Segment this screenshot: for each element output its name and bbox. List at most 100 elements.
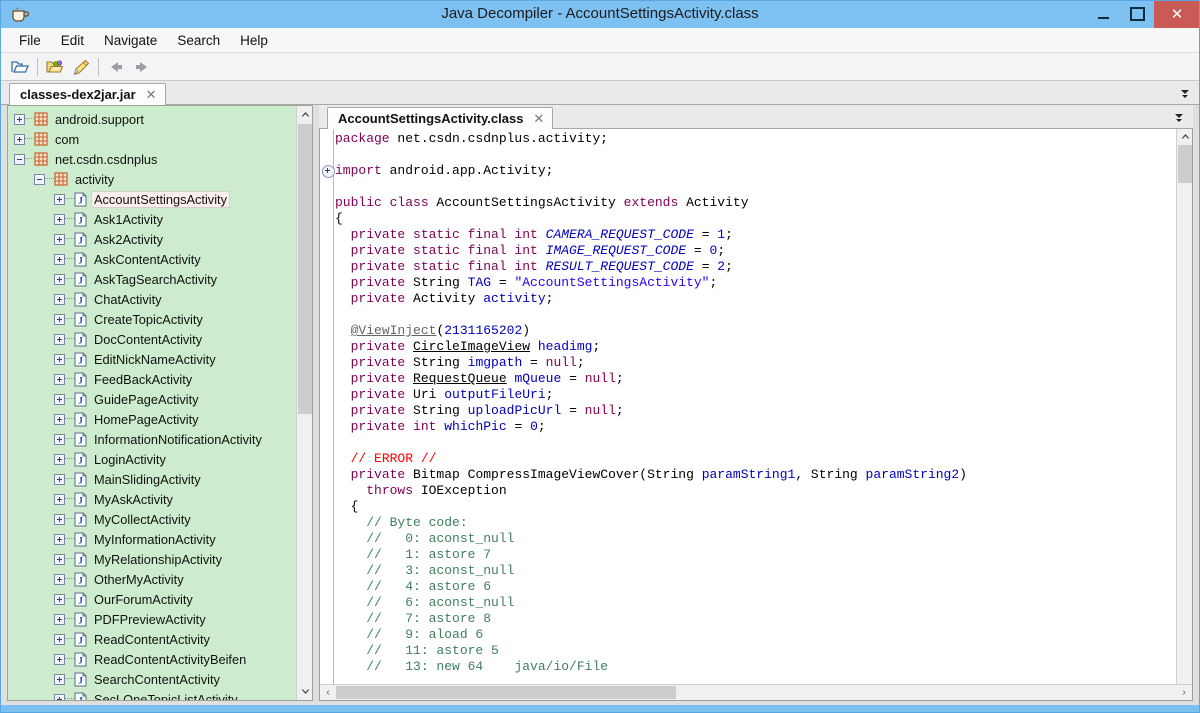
tree-item-activity[interactable]: activity <box>8 169 296 189</box>
source-code-text[interactable]: package net.csdn.csdnplus.activity; impo… <box>335 129 1175 684</box>
expand-icon[interactable] <box>54 314 65 325</box>
tree-item-pdfpreviewactivity[interactable]: JPDFPreviewActivity <box>8 609 296 629</box>
close-icon[interactable]: ✕ <box>533 111 544 127</box>
expand-icon[interactable] <box>14 134 25 145</box>
expand-icon[interactable] <box>54 654 65 665</box>
expand-icon[interactable] <box>54 294 65 305</box>
expand-icon[interactable] <box>54 594 65 605</box>
expand-icon[interactable] <box>54 234 65 245</box>
code-line <box>335 147 1175 163</box>
editor-scroll-left-button[interactable]: ‹ <box>320 685 336 700</box>
tree-item-accountsettingsactivity[interactable]: JAccountSettingsActivity <box>8 189 296 209</box>
highlight-pencil-icon[interactable] <box>68 55 94 79</box>
tree-item-ask1activity[interactable]: JAsk1Activity <box>8 209 296 229</box>
expand-icon[interactable] <box>54 614 65 625</box>
expand-icon[interactable] <box>54 254 65 265</box>
tree-item-mycollectactivity[interactable]: JMyCollectActivity <box>8 509 296 529</box>
menu-item-navigate[interactable]: Navigate <box>94 30 167 51</box>
expand-icon[interactable] <box>54 354 65 365</box>
tree-item-feedbackactivity[interactable]: JFeedBackActivity <box>8 369 296 389</box>
tree-item-searchcontentactivity[interactable]: JSearchContentActivity <box>8 669 296 689</box>
expand-icon[interactable] <box>54 434 65 445</box>
tree-scroll-thumb[interactable] <box>298 124 312 414</box>
tree-item-ourforumactivity[interactable]: JOurForumActivity <box>8 589 296 609</box>
editor-scroll-right-button[interactable]: › <box>1176 685 1192 700</box>
tree-item-seclonetopiclistactivity[interactable]: JSecLOneTopicListActivity <box>8 689 296 701</box>
tree-item-editnicknameactivity[interactable]: JEditNickNameActivity <box>8 349 296 369</box>
tree-item-othermyactivity[interactable]: JOtherMyActivity <box>8 569 296 589</box>
tree-item-readcontentactivitybeifen[interactable]: JReadContentActivityBeifen <box>8 649 296 669</box>
maximize-button[interactable] <box>1120 0 1154 28</box>
tree-item-asktagsearchactivity[interactable]: JAskTagSearchActivity <box>8 269 296 289</box>
expand-icon[interactable] <box>54 374 65 385</box>
tree-item-com[interactable]: com <box>8 129 296 149</box>
tree-item-askcontentactivity[interactable]: JAskContentActivity <box>8 249 296 269</box>
close-button[interactable]: ✕ <box>1154 0 1200 28</box>
tree-scroll-up-button[interactable] <box>297 106 313 123</box>
tree-item-loginactivity[interactable]: JLoginActivity <box>8 449 296 469</box>
code-editor[interactable]: package net.csdn.csdnplus.activity; impo… <box>319 129 1193 701</box>
menu-item-edit[interactable]: Edit <box>51 30 94 51</box>
source-tab[interactable]: AccountSettingsActivity.class ✕ <box>327 107 553 129</box>
editor-vertical-scrollbar[interactable] <box>1176 129 1192 684</box>
jar-tab-list-chevron-down-icon[interactable] <box>1175 83 1195 103</box>
back-arrow-icon[interactable] <box>103 55 129 79</box>
expand-icon[interactable] <box>14 114 25 125</box>
tree-item-doccontentactivity[interactable]: JDocContentActivity <box>8 329 296 349</box>
tree-item-myaskactivity[interactable]: JMyAskActivity <box>8 489 296 509</box>
jar-tab[interactable]: classes-dex2jar.jar ✕ <box>9 83 166 105</box>
tree-item-label: PDFPreviewActivity <box>92 612 208 627</box>
tree-item-readcontentactivity[interactable]: JReadContentActivity <box>8 629 296 649</box>
editor-scroll-thumb[interactable] <box>1178 145 1192 183</box>
forward-arrow-icon[interactable] <box>129 55 155 79</box>
editor-horizontal-scrollbar[interactable]: ‹ › <box>320 684 1192 700</box>
open-recent-folder-icon[interactable] <box>42 55 68 79</box>
code-token: Uri <box>405 387 444 402</box>
tree-item-guidepageactivity[interactable]: JGuidePageActivity <box>8 389 296 409</box>
fold-gutter[interactable] <box>320 129 334 684</box>
close-icon[interactable]: ✕ <box>146 87 157 103</box>
expand-icon[interactable] <box>54 214 65 225</box>
tree-item-net-csdn-csdnplus[interactable]: net.csdn.csdnplus <box>8 149 296 169</box>
tree-item-mainslidingactivity[interactable]: JMainSlidingActivity <box>8 469 296 489</box>
editor-scroll-up-button[interactable] <box>1177 129 1193 144</box>
collapse-icon[interactable] <box>14 154 25 165</box>
expand-icon[interactable] <box>54 334 65 345</box>
expand-icon[interactable] <box>54 454 65 465</box>
expand-icon[interactable] <box>54 394 65 405</box>
code-token: private <box>351 291 406 306</box>
expand-icon[interactable] <box>54 514 65 525</box>
menu-item-search[interactable]: Search <box>167 30 230 51</box>
expand-icon[interactable] <box>54 574 65 585</box>
expand-icon[interactable] <box>54 674 65 685</box>
minimize-button[interactable] <box>1086 0 1120 28</box>
editor-hscroll-thumb[interactable] <box>336 686 676 699</box>
expand-icon[interactable] <box>54 634 65 645</box>
tree-item-chatactivity[interactable]: JChatActivity <box>8 289 296 309</box>
expand-icon[interactable] <box>54 274 65 285</box>
tree-item-createtopicactivity[interactable]: JCreateTopicActivity <box>8 309 296 329</box>
expand-icon[interactable] <box>54 494 65 505</box>
source-tab-list-chevron-down-icon[interactable] <box>1169 107 1189 127</box>
expand-icon[interactable] <box>54 474 65 485</box>
tree-item-homepageactivity[interactable]: JHomePageActivity <box>8 409 296 429</box>
tree-connector <box>65 338 74 340</box>
tree-item-android-support[interactable]: android.support <box>8 109 296 129</box>
menu-item-file[interactable]: File <box>9 30 51 51</box>
fold-expand-icon[interactable] <box>322 165 335 178</box>
tree-item-ask2activity[interactable]: JAsk2Activity <box>8 229 296 249</box>
open-folder-icon[interactable] <box>7 55 33 79</box>
expand-icon[interactable] <box>54 554 65 565</box>
tree-item-myrelationshipactivity[interactable]: JMyRelationshipActivity <box>8 549 296 569</box>
package-tree-pane[interactable]: android.supportcomnet.csdn.csdnplusactiv… <box>7 105 313 701</box>
tree-vertical-scrollbar[interactable] <box>296 106 312 700</box>
tree-item-myinformationactivity[interactable]: JMyInformationActivity <box>8 529 296 549</box>
expand-icon[interactable] <box>54 194 65 205</box>
expand-icon[interactable] <box>54 694 65 702</box>
tree-item-informationnotificationactivity[interactable]: JInformationNotificationActivity <box>8 429 296 449</box>
expand-icon[interactable] <box>54 534 65 545</box>
expand-icon[interactable] <box>54 414 65 425</box>
menu-item-help[interactable]: Help <box>230 30 278 51</box>
collapse-icon[interactable] <box>34 174 45 185</box>
tree-scroll-down-button[interactable] <box>297 683 313 700</box>
